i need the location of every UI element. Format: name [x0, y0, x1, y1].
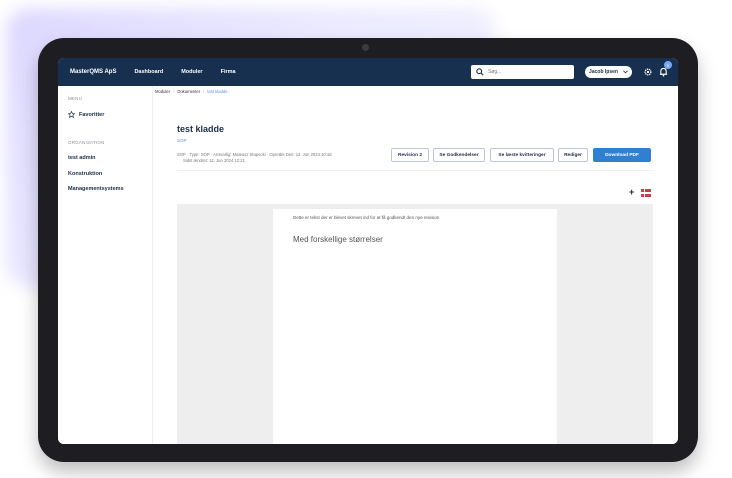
- star-icon: [68, 111, 75, 118]
- breadcrumb: Moduler / Dokumenter / test kladde: [155, 89, 228, 94]
- download-pdf-button[interactable]: Download PDF: [593, 148, 651, 162]
- gear-icon[interactable]: [644, 68, 652, 76]
- sidebar-org-heading: ORGANISATION: [68, 140, 105, 145]
- sidebar-item-label: Favoritter: [79, 111, 105, 118]
- breadcrumb-current: test kladde: [207, 89, 228, 94]
- approvals-button[interactable]: Se Godkendelser: [433, 148, 485, 162]
- search-box[interactable]: [471, 65, 574, 79]
- chevron-down-icon: [623, 70, 628, 74]
- add-language-button[interactable]: +: [629, 187, 634, 197]
- document-meta: SOP · Type: SOP · Ansvarlig: Mateusz Stu…: [177, 152, 332, 157]
- read-receipts-button[interactable]: Se læste kvitteringer: [490, 148, 554, 162]
- revision-button[interactable]: Revision 2: [391, 148, 429, 162]
- edit-button[interactable]: Rediger: [558, 148, 588, 162]
- breadcrumb-dokumenter[interactable]: Dokumenter: [177, 89, 200, 94]
- nav-dashboard[interactable]: Dashboard: [134, 69, 163, 75]
- search-icon: [476, 68, 484, 76]
- document-type-label: SOP: [177, 138, 187, 143]
- sidebar-item-favorites[interactable]: Favoritter: [68, 111, 104, 118]
- sidebar-item-test-admin[interactable]: test admin: [68, 155, 96, 161]
- main-content: Moduler / Dokumenter / test kladde test …: [153, 86, 678, 444]
- breadcrumb-separator: /: [203, 89, 205, 94]
- notification-badge: 0: [664, 61, 672, 69]
- user-menu-button[interactable]: Jacob Ipsen: [585, 66, 632, 78]
- document-page: Dette er tekst der er blevet skrevet ind…: [273, 209, 557, 444]
- document-last-modified: Sidst ændret: 12. Jun 2024 12:21: [183, 158, 245, 163]
- top-navbar: MasterQMS ApS Dashboard Moduler Firma Ja…: [58, 58, 678, 86]
- sidebar-item-managementsystems[interactable]: Managementsystems: [68, 186, 124, 192]
- tablet-frame: MasterQMS ApS Dashboard Moduler Firma Ja…: [38, 38, 698, 462]
- sidebar-menu-heading: MENU: [68, 96, 83, 101]
- sidebar-item-konstruktion[interactable]: Konstruktion: [68, 171, 102, 177]
- search-input[interactable]: [488, 69, 568, 75]
- brand-logo[interactable]: MasterQMS ApS: [70, 69, 116, 75]
- document-body-text: Dette er tekst der er blevet skrevet ind…: [293, 215, 440, 220]
- breadcrumb-moduler[interactable]: Moduler: [155, 89, 170, 94]
- breadcrumb-separator: /: [173, 89, 175, 94]
- user-name: Jacob Ipsen: [589, 69, 618, 75]
- danish-flag-icon[interactable]: [641, 189, 651, 197]
- header-divider: [177, 170, 653, 171]
- app-screen: MasterQMS ApS Dashboard Moduler Firma Ja…: [58, 58, 678, 444]
- nav-firma[interactable]: Firma: [221, 69, 236, 75]
- camera-icon: [362, 44, 369, 51]
- document-viewer: Dette er tekst der er blevet skrevet ind…: [177, 204, 653, 444]
- document-body-heading: Med forskellige størrelser: [293, 235, 383, 244]
- nav-moduler[interactable]: Moduler: [181, 69, 202, 75]
- page-title: test kladde: [177, 124, 225, 134]
- sidebar: MENU Favoritter ORGANISATION test admin …: [58, 86, 153, 444]
